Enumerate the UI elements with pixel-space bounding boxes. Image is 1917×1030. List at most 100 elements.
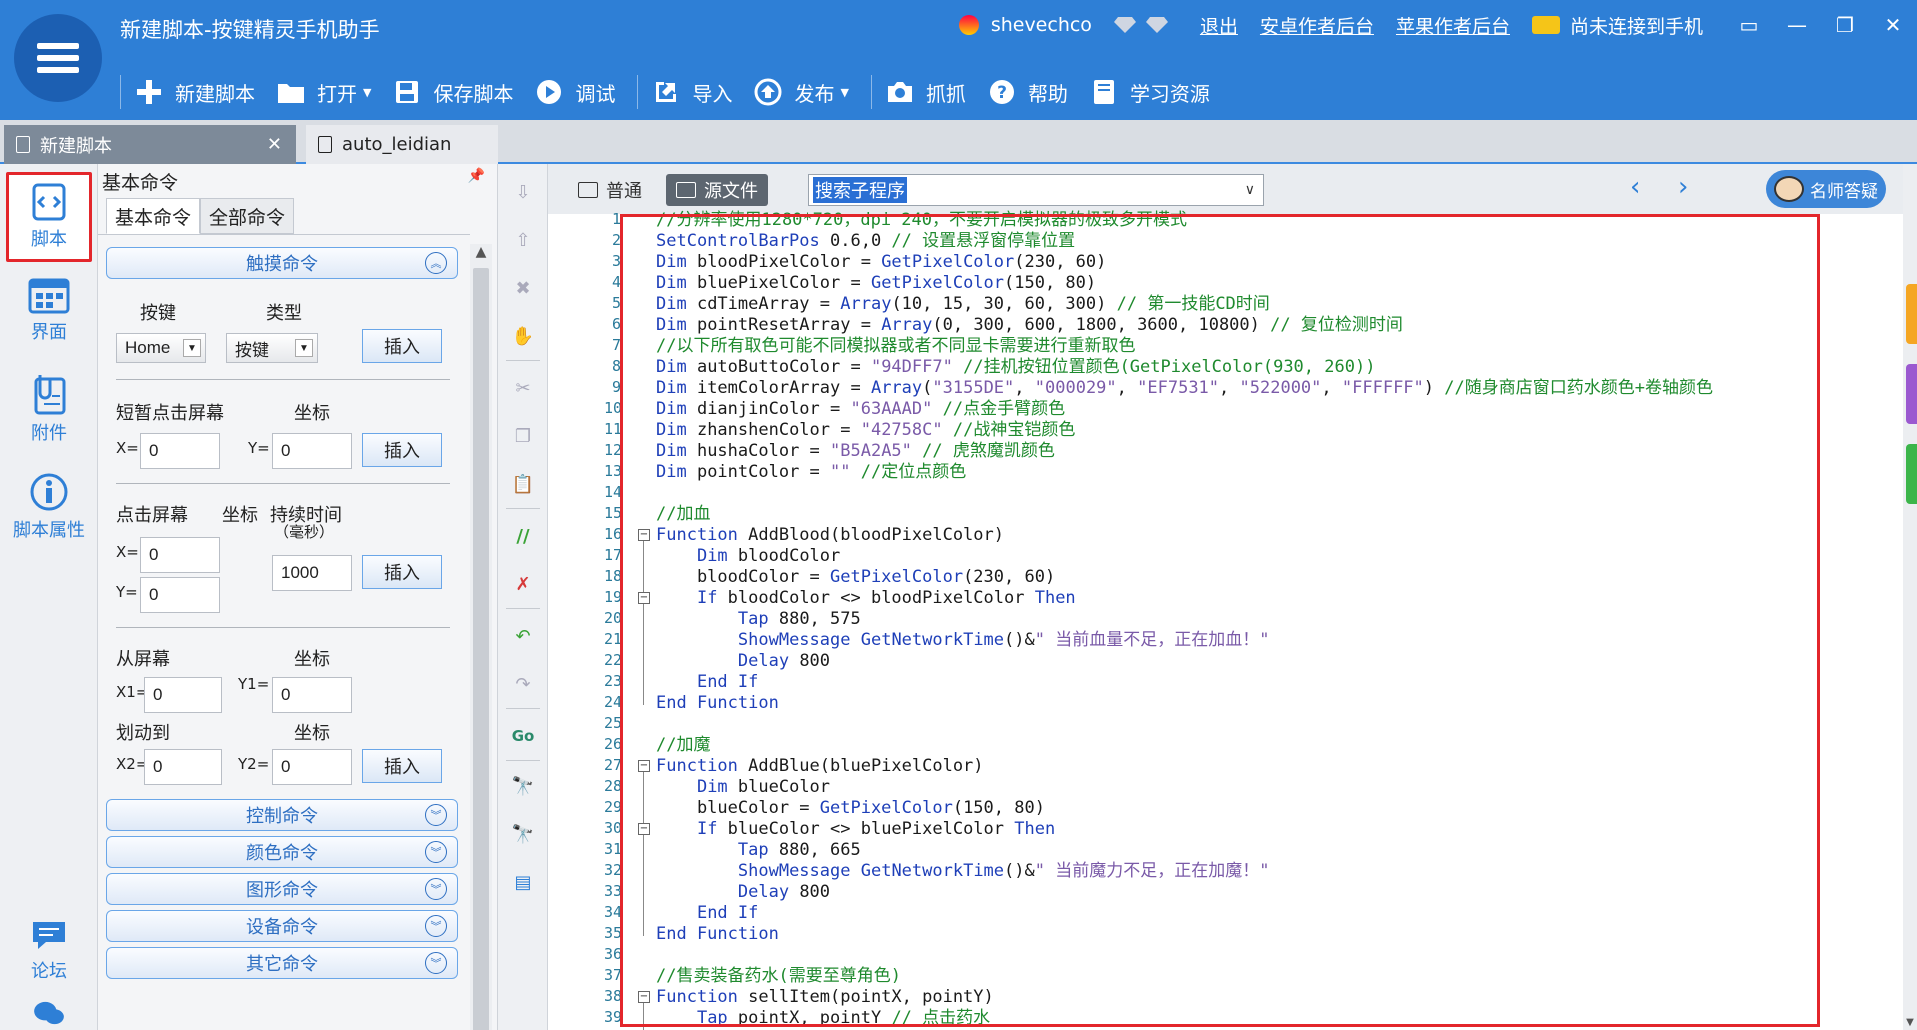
move-up-icon[interactable]: ⇧ — [511, 228, 535, 252]
scroll-down-icon[interactable]: ▼ — [1903, 1017, 1917, 1028]
insert-key-button[interactable]: 插入 — [362, 329, 442, 363]
scroll-up-icon[interactable]: ▲ — [470, 244, 492, 260]
nav-back-icon[interactable]: ‹ — [1630, 172, 1640, 202]
code-line[interactable]: If blueColor <> bluePixelColor Then — [656, 819, 1055, 840]
code-line[interactable]: Dim bluePixelColor = GetPixelColor(150, … — [656, 273, 1096, 294]
mode-source-button[interactable]: 源文件 — [666, 174, 768, 206]
minimize-button[interactable]: — — [1773, 0, 1821, 50]
side-tab-orange[interactable] — [1906, 284, 1917, 344]
code-line[interactable]: Tap 880, 575 — [656, 609, 861, 630]
capture-button[interactable]: 抓抓 — [886, 78, 966, 107]
command-panel-scrollbar[interactable]: ▲ — [470, 244, 492, 1030]
code-line[interactable]: Delay 800 — [656, 651, 830, 672]
restore-button[interactable]: ❐ — [1821, 0, 1869, 50]
code-line[interactable]: Dim hushaColor = "B5A2A5" // 虎煞魔凯颜色 — [656, 441, 1055, 462]
learning-resources-button[interactable]: 学习资源 — [1090, 78, 1210, 107]
insert-short-tap-button[interactable]: 插入 — [362, 433, 442, 467]
chevron-down-icon[interactable]: ∨ — [1245, 182, 1255, 198]
code-line[interactable]: Dim dianjinColor = "63AAAD" //点金手臂颜色 — [656, 399, 1065, 420]
code-line[interactable]: Function sellItem(pointX, pointY) — [656, 987, 994, 1008]
insert-swipe-button[interactable]: 插入 — [362, 749, 442, 783]
code-line[interactable]: Delay 800 — [656, 882, 830, 903]
section-device-commands[interactable]: 设备命令 ︾ — [106, 910, 458, 942]
new-script-button[interactable]: 新建脚本 — [135, 78, 255, 107]
fold-toggle-icon[interactable]: − — [638, 529, 650, 541]
rail-item-wechat[interactable] — [6, 1000, 92, 1030]
code-line[interactable]: Dim cdTimeArray = Array(10, 15, 30, 60, … — [656, 294, 1270, 315]
android-backend-link[interactable]: 安卓作者后台 — [1260, 12, 1374, 39]
code-editor[interactable]: 1 2 3 4 5 6 7 8 9 10 11 12 13 14 15 16 17 18 19 20 21 22 23 24 2… — [560, 210, 1903, 1030]
fold-toggle-icon[interactable]: − — [638, 592, 650, 604]
code-line[interactable]: End If — [656, 903, 758, 924]
close-window-button[interactable]: ✕ — [1869, 0, 1917, 50]
subroutine-search-combobox[interactable]: 搜索子程序 ∨ — [808, 174, 1264, 206]
code-line[interactable]: bloodColor = GetPixelColor(230, 60) — [656, 567, 1055, 588]
code-line[interactable]: Function AddBlue(bluePixelColor) — [656, 756, 984, 777]
fold-toggle-icon[interactable]: − — [638, 991, 650, 1003]
code-line[interactable]: //以下所有取色可能不同模拟器或者不同显卡需要进行重新取色 — [656, 336, 1135, 357]
code-line[interactable]: Tap 880, 665 — [656, 840, 861, 861]
side-tab-purple[interactable] — [1906, 364, 1917, 424]
swipe-y1-input[interactable]: 0 — [272, 677, 352, 713]
help-button[interactable]: ? 帮助 — [988, 78, 1068, 107]
code-line[interactable]: ShowMessage GetNetworkTime()&" 当前血量不足，正在… — [656, 630, 1270, 651]
code-line[interactable]: //售卖装备药水(需要至尊角色) — [656, 966, 901, 987]
user-profile[interactable]: shevechco — [958, 14, 1092, 36]
window-settings-button[interactable]: ▭ — [1725, 0, 1773, 50]
code-line[interactable]: End If — [656, 672, 758, 693]
main-menu-button[interactable] — [14, 14, 102, 102]
save-script-button[interactable]: 保存脚本 — [393, 78, 513, 107]
code-line[interactable]: Tap pointX, pointY // 点击药水 — [656, 1008, 990, 1029]
mode-normal-button[interactable]: 普通 — [578, 176, 642, 204]
move-down-icon[interactable]: ⇩ — [511, 180, 535, 204]
code-line[interactable]: SetControlBarPos 0.6,0 // 设置悬浮窗停靠位置 — [656, 231, 1075, 252]
right-edge-scrollbar[interactable]: ▼ — [1903, 164, 1917, 1030]
doc-tab-auto-leidian[interactable]: auto_leidian — [306, 125, 498, 164]
doc-tab-new-script[interactable]: 新建脚本 ✕ — [4, 125, 296, 164]
code-line[interactable]: Dim blueColor — [656, 777, 830, 798]
tap-y-input[interactable]: 0 — [140, 577, 220, 613]
tab-basic-commands[interactable]: 基本命令 — [106, 198, 201, 234]
short-tap-x-input[interactable]: 0 — [140, 433, 220, 469]
goto-icon[interactable]: Go — [511, 724, 535, 748]
cut-icon[interactable]: ✂ — [511, 376, 535, 400]
code-line[interactable]: blueColor = GetPixelColor(150, 80) — [656, 798, 1045, 819]
code-line[interactable]: Dim bloodPixelColor = GetPixelColor(230,… — [656, 252, 1106, 273]
code-area[interactable]: //分辨率使用1280*720，dpi 240，不要开启模拟器的极致多开模式 Se… — [656, 210, 1886, 1030]
pin-icon[interactable]: 📌 — [468, 168, 485, 184]
rail-item-forum[interactable]: 论坛 — [6, 908, 92, 994]
code-line[interactable]: //加魔 — [656, 735, 710, 756]
find-icon[interactable]: 🔭 — [511, 774, 535, 798]
code-line[interactable]: If bloodColor <> bloodPixelColor Then — [656, 588, 1076, 609]
import-button[interactable]: 导入 — [652, 78, 732, 107]
type-select[interactable]: 按键 ▼ — [226, 333, 318, 363]
code-line[interactable]: End Function — [656, 693, 779, 714]
section-touch-commands[interactable]: 触摸命令 ︽ — [106, 247, 458, 279]
tab-all-commands[interactable]: 全部命令 — [200, 198, 295, 234]
swipe-y2-input[interactable]: 0 — [272, 749, 352, 785]
publish-button[interactable]: 发布 ▼ — [754, 78, 849, 107]
logout-link[interactable]: 退出 — [1200, 12, 1238, 39]
replace-icon[interactable]: 🔭 — [511, 822, 535, 846]
undo-icon[interactable]: ↶ — [511, 624, 535, 648]
code-line[interactable]: //分辨率使用1280*720，dpi 240，不要开启模拟器的极致多开模式 — [656, 210, 1187, 231]
tap-x-input[interactable]: 0 — [140, 537, 220, 573]
hand-icon[interactable]: ✋ — [511, 324, 535, 348]
code-line[interactable]: Function AddBlood(bloodPixelColor) — [656, 525, 1004, 546]
swipe-x2-input[interactable]: 0 — [144, 749, 222, 785]
redo-icon[interactable]: ↷ — [511, 672, 535, 696]
connection-status[interactable]: 尚未连接到手机 — [1531, 12, 1703, 39]
uncomment-icon[interactable]: ✗ — [511, 572, 535, 596]
section-other-commands[interactable]: 其它命令 ︾ — [106, 947, 458, 979]
paste-icon[interactable]: 📋 — [511, 472, 535, 496]
rail-item-ui[interactable]: 界面 — [6, 268, 92, 354]
side-tab-green[interactable] — [1906, 444, 1917, 504]
teacher-qa-button[interactable]: 名师答疑 — [1766, 170, 1886, 208]
code-line[interactable]: Dim autoButtoColor = "94DFF7" //挂机按钮位置颜色… — [656, 357, 1375, 378]
code-line[interactable]: Dim zhanshenColor = "42758C" //战神宝铠颜色 — [656, 420, 1075, 441]
section-color-commands[interactable]: 颜色命令 ︾ — [106, 836, 458, 868]
ios-backend-link[interactable]: 苹果作者后台 — [1396, 12, 1510, 39]
tap-duration-input[interactable]: 1000 — [272, 555, 352, 591]
comment-icon[interactable]: // — [511, 524, 535, 548]
open-button[interactable]: 打开 ▼ — [277, 78, 371, 107]
